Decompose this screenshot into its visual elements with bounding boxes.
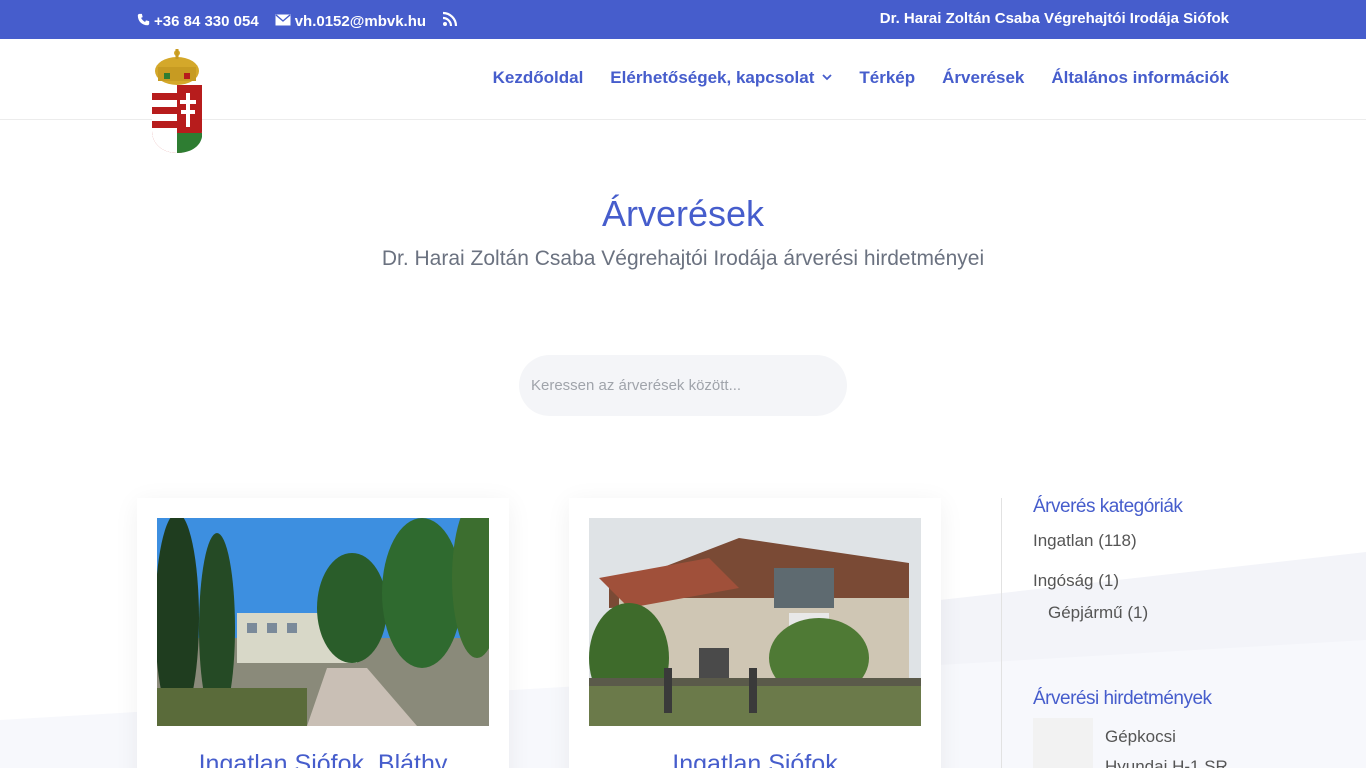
category-link[interactable]: Ingóság (1) — [1033, 571, 1119, 591]
posts-heading: Árverési hirdetmények — [1033, 688, 1212, 709]
search-input[interactable] — [519, 355, 847, 416]
nav-label: Általános információk — [1051, 68, 1229, 87]
coat-of-arms-logo[interactable] — [150, 47, 204, 153]
category-link[interactable]: Ingatlan (118) — [1033, 531, 1137, 551]
auction-card[interactable]: Ingatlan Siófok, Bláthy — [137, 498, 509, 768]
auction-photo[interactable] — [589, 518, 921, 726]
nav-item-contact[interactable]: Elérhetőségek, kapcsolat — [610, 68, 833, 88]
nav-item-auctions[interactable]: Árverések — [942, 68, 1024, 88]
auction-photo[interactable] — [157, 518, 489, 726]
category-link[interactable]: Gépjármű (1) — [1048, 603, 1148, 623]
auction-card[interactable]: Ingatlan Siófok — [569, 498, 941, 768]
nav-item-general-info[interactable]: Általános információk — [1051, 68, 1229, 88]
top-bar: +36 84 330 054 vh.0152@mbvk.hu Dr. Harai… — [0, 0, 1366, 39]
nav-item-map[interactable]: Térkép — [859, 68, 915, 88]
sidebar: Árverés kategóriák Ingatlan (118) Ingósá… — [1001, 496, 1231, 768]
page-title: Árverések — [601, 193, 765, 234]
rss-icon — [442, 11, 458, 31]
post-title-line: Hyundai H-1 SR — [1105, 757, 1228, 768]
page-subtitle: Dr. Harai Zoltán Csaba Végrehajtói Irodá… — [381, 247, 985, 270]
main-navigation: Kezdőoldal Elérhetőségek, kapcsolat Térk… — [466, 68, 1229, 88]
main-header: Kezdőoldal Elérhetőségek, kapcsolat Térk… — [0, 39, 1366, 153]
post-title-line: Gépkocsi — [1105, 727, 1176, 746]
nav-label: Térkép — [859, 68, 916, 87]
post-link[interactable]: Gépkocsi Hyundai H-1 SR — [1105, 722, 1235, 768]
nav-item-home[interactable]: Kezdőoldal — [493, 68, 584, 88]
nav-label: Árverések — [942, 68, 1025, 87]
nav-label: Elérhetőségek, kapcsolat — [610, 68, 815, 87]
email-address: vh.0152@mbvk.hu — [294, 12, 427, 30]
phone-icon — [137, 13, 150, 30]
auction-title[interactable]: Ingatlan Siófok, Bláthy — [137, 750, 509, 768]
post-thumbnail[interactable] — [1033, 718, 1093, 768]
phone-link[interactable]: +36 84 330 054 — [137, 13, 259, 30]
envelope-icon — [275, 13, 291, 30]
auction-title[interactable]: Ingatlan Siófok — [569, 750, 941, 768]
office-name: Dr. Harai Zoltán Csaba Végrehajtói Irodá… — [879, 10, 1229, 27]
categories-heading: Árverés kategóriák — [1033, 496, 1183, 517]
chevron-down-icon — [822, 72, 833, 84]
phone-number: +36 84 330 054 — [154, 12, 259, 30]
nav-label: Kezdőoldal — [492, 68, 584, 87]
email-link[interactable]: vh.0152@mbvk.hu — [275, 13, 426, 30]
rss-link[interactable] — [442, 11, 462, 31]
contact-info: +36 84 330 054 vh.0152@mbvk.hu — [137, 11, 478, 31]
